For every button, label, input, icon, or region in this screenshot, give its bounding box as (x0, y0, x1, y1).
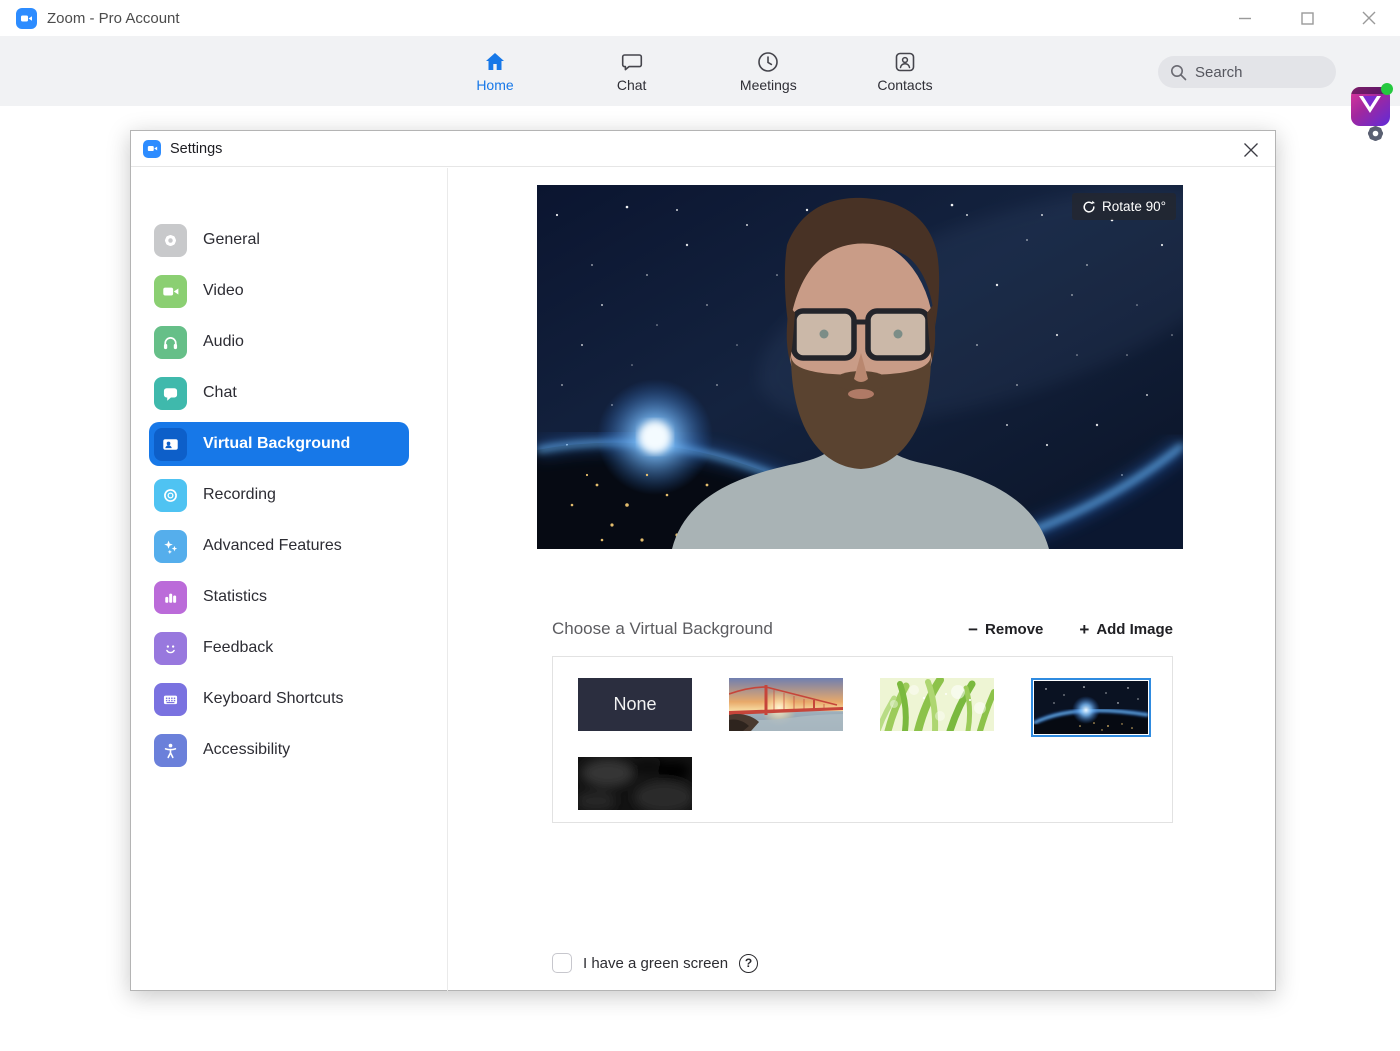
bar-chart-icon (154, 580, 187, 614)
thumbnail-golden-gate-bridge[interactable] (729, 678, 843, 731)
green-screen-row: I have a green screen ? (552, 953, 759, 973)
maximize-button[interactable] (1276, 0, 1338, 36)
sidebar-item-label: Chat (203, 384, 237, 401)
settings-dialog: Settings General Video Audio Chat Virtua… (130, 130, 1276, 991)
headphones-icon (154, 325, 187, 359)
background-thumbnails-panel: None (552, 656, 1173, 823)
sidebar-item-label: Video (203, 282, 244, 299)
search-input[interactable] (1195, 63, 1315, 81)
sidebar-item-label: Virtual Background (203, 435, 351, 452)
record-icon (154, 478, 187, 512)
sidebar-item-label: Advanced Features (203, 537, 342, 554)
contacts-icon (895, 52, 915, 71)
sidebar-item-chat[interactable]: Chat (149, 371, 409, 415)
chooser-heading: Choose a Virtual Background (552, 619, 773, 638)
virtual-background-preview-image (537, 185, 1183, 549)
tab-chat-label: Chat (616, 76, 647, 93)
minus-icon: − (968, 619, 979, 639)
sidebar-item-virtual-background[interactable]: Virtual Background (149, 422, 409, 466)
green-screen-checkbox[interactable] (552, 953, 572, 973)
tab-home-label: Home (476, 76, 514, 93)
plus-icon: + (1079, 619, 1090, 639)
chat-bubble-icon (154, 376, 187, 410)
green-screen-label: I have a green screen (583, 954, 729, 972)
sidebar-item-feedback[interactable]: Feedback (149, 626, 409, 670)
help-icon[interactable]: ? (739, 953, 759, 973)
sidebar-item-label: General (203, 231, 260, 248)
video-camera-icon (154, 274, 187, 308)
sidebar-item-label: Feedback (203, 639, 274, 656)
sidebar-item-statistics[interactable]: Statistics (149, 575, 409, 619)
sidebar-item-accessibility[interactable]: Accessibility (149, 728, 409, 772)
tab-contacts-label: Contacts (877, 76, 933, 93)
tab-chat[interactable]: Chat (597, 50, 667, 93)
rotate-90-label: Rotate 90° (1102, 199, 1166, 214)
top-nav: Home Chat Meetings Contacts (0, 36, 1400, 126)
sidebar-item-label: Statistics (203, 588, 268, 605)
title-bar: Zoom - Pro Account (0, 0, 1400, 36)
accessibility-icon (154, 733, 187, 767)
app-window: Zoom - Pro Account Home Chat Meetings Co… (0, 0, 1400, 1051)
remove-button[interactable]: − Remove (968, 621, 1043, 638)
sidebar-item-label: Audio (203, 333, 244, 350)
thumbnail-none-label: None (613, 694, 657, 714)
rotate-90-button[interactable]: Rotate 90° (1072, 193, 1176, 220)
remove-label: Remove (985, 620, 1044, 638)
minimize-button[interactable] (1214, 0, 1276, 36)
chat-icon (621, 53, 642, 70)
tab-meetings-label: Meetings (739, 76, 797, 93)
zoom-logo-icon (16, 7, 37, 29)
dialog-header: Settings (131, 131, 1275, 167)
add-image-button[interactable]: + Add Image (1079, 621, 1173, 638)
sidebar-item-keyboard-shortcuts[interactable]: Keyboard Shortcuts (149, 677, 409, 721)
thumbnail-dark-blur[interactable] (578, 757, 692, 810)
tab-home[interactable]: Home (460, 50, 530, 93)
home-icon (486, 52, 504, 70)
sidebar-item-recording[interactable]: Recording (149, 473, 409, 517)
sidebar-item-video[interactable]: Video (149, 269, 409, 313)
close-dialog-button[interactable] (1237, 136, 1265, 164)
close-window-button[interactable] (1338, 0, 1400, 36)
thumbnail-earth-from-space[interactable] (1031, 678, 1151, 737)
zoom-logo-icon (143, 139, 161, 158)
thumbnail-grass[interactable] (880, 678, 994, 731)
rotate-ccw-icon (1083, 200, 1095, 213)
person-card-icon (154, 427, 187, 461)
sidebar-item-label: Keyboard Shortcuts (203, 690, 344, 707)
keyboard-icon (154, 682, 187, 716)
online-status-dot (1381, 83, 1393, 95)
gear-icon (154, 223, 187, 257)
search-icon (1171, 64, 1187, 80)
smiley-icon (154, 631, 187, 665)
add-image-label: Add Image (1096, 620, 1173, 638)
settings-gear-icon[interactable] (1363, 121, 1388, 151)
clock-icon (758, 51, 779, 72)
sidebar-item-audio[interactable]: Audio (149, 320, 409, 364)
search-box[interactable] (1158, 56, 1336, 88)
sidebar-item-label: Recording (203, 486, 276, 503)
settings-sidebar: General Video Audio Chat Virtual Backgro… (131, 168, 448, 991)
sparkles-icon (154, 529, 187, 563)
sidebar-item-general[interactable]: General (149, 218, 409, 262)
sidebar-item-advanced-features[interactable]: Advanced Features (149, 524, 409, 568)
tab-meetings[interactable]: Meetings (733, 50, 803, 93)
window-title: Zoom - Pro Account (47, 9, 180, 27)
dialog-title: Settings (170, 140, 223, 157)
thumbnail-none[interactable]: None (578, 678, 692, 731)
sidebar-item-label: Accessibility (203, 741, 291, 758)
video-preview: Rotate 90° (537, 185, 1183, 549)
tab-contacts[interactable]: Contacts (870, 50, 940, 93)
